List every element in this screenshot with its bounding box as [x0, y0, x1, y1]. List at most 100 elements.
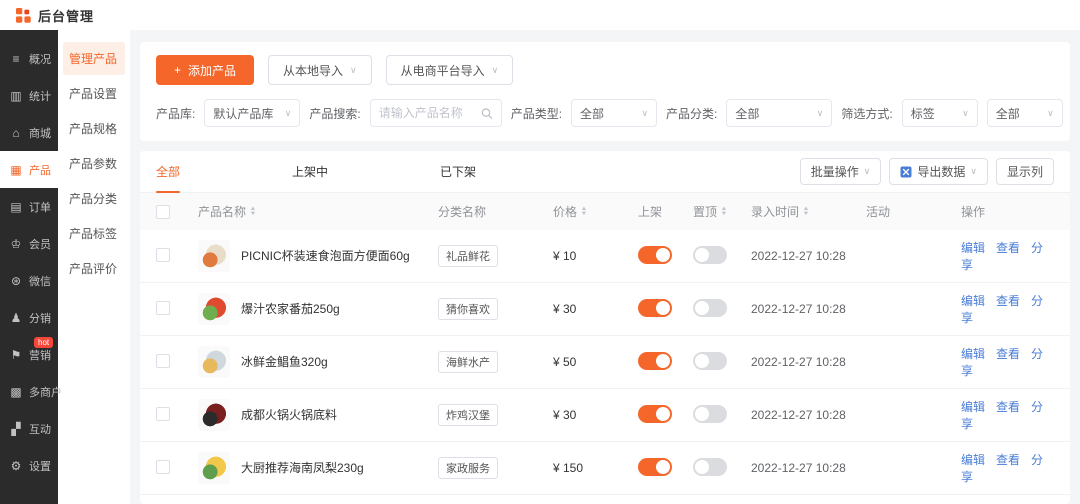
product-image — [198, 452, 230, 484]
show-columns-button[interactable]: 显示列 — [995, 158, 1054, 185]
add-product-button[interactable]: + 添加产品 — [156, 55, 255, 85]
settings-icon: ⚙ — [10, 458, 22, 473]
sidebar-item-3[interactable]: ▦ 产品 — [0, 151, 58, 188]
sort-icon[interactable]: ▲ ▼ — [580, 206, 587, 217]
row-action-view[interactable]: 查看 — [996, 294, 1020, 308]
sidebar-item-4[interactable]: ▤ 订单 — [0, 188, 58, 225]
product-type-select[interactable]: 全部 ∨ — [571, 99, 658, 127]
select-all-checkbox[interactable] — [156, 204, 170, 219]
status-tabs: 全部 上架中 已下架 — [156, 151, 588, 193]
app-title: 后台管理 — [38, 8, 95, 24]
product-image — [198, 346, 230, 378]
filter-label: 筛选方式: — [841, 106, 893, 121]
submenu-item-2[interactable]: 产品规格 — [63, 112, 125, 145]
row-checkbox[interactable] — [156, 406, 170, 421]
export-data-label: 导出数据 — [917, 165, 966, 179]
sidebar-item-label: 设置 — [29, 460, 51, 473]
tab-1[interactable]: 上架中 — [292, 151, 328, 193]
row-action-edit[interactable]: 编辑 — [961, 347, 985, 361]
filter-label: 产品分类: — [666, 106, 718, 121]
submenu-item-0[interactable]: 管理产品 — [63, 42, 125, 75]
sidebar-item-label: 订单 — [29, 201, 51, 214]
sidebar-item-label: 多商户 — [29, 386, 62, 399]
column-header-label: 价格 — [553, 205, 578, 219]
column-header-3: 价格 ▲ ▼ — [553, 203, 638, 220]
row-action-edit[interactable]: 编辑 — [961, 241, 985, 255]
products-panel: 全部 上架中 已下架 批量操作 ∨ 导出数据 ∨ 显示列 产品名称 ▲ ▼ 分类… — [140, 151, 1070, 504]
row-action-edit[interactable]: 编辑 — [961, 294, 985, 308]
sidebar-item-6[interactable]: ⊛ 微信 — [0, 262, 58, 299]
on-shelf-toggle[interactable] — [638, 404, 672, 423]
on-shelf-toggle[interactable] — [638, 457, 672, 476]
price-cell: ¥ 50 — [553, 355, 577, 369]
sidebar-item-10[interactable]: ▞ 互动 — [0, 410, 58, 447]
sidebar-item-label: 营销 — [29, 349, 51, 362]
submenu-item-4[interactable]: 产品分类 — [63, 182, 125, 215]
pinned-toggle[interactable] — [693, 298, 727, 317]
filter-tag-value-select[interactable]: 全部 ∨ — [986, 99, 1063, 127]
filter-mode-select[interactable]: 标签 ∨ — [901, 99, 978, 127]
on-shelf-toggle[interactable] — [638, 351, 672, 370]
on-shelf-toggle[interactable] — [638, 245, 672, 264]
submenu-item-6[interactable]: 产品评价 — [63, 252, 125, 285]
row-action-view[interactable]: 查看 — [996, 453, 1020, 467]
filter-label: 产品搜索: — [309, 106, 361, 121]
sidebar-item-label: 互动 — [29, 423, 51, 436]
on-shelf-toggle[interactable] — [638, 298, 672, 317]
sidebar-item-7[interactable]: ♟ 分销 — [0, 299, 58, 336]
wechat-icon: ⊛ — [10, 273, 22, 288]
product-category-select[interactable]: 全部 ∨ — [726, 99, 833, 127]
sidebar-item-9[interactable]: ▩ 多商户 — [0, 373, 62, 410]
sidebar-item-8[interactable]: ⚑ 营销 hot — [0, 336, 58, 373]
product-image — [198, 240, 230, 272]
row-checkbox[interactable] — [156, 353, 170, 368]
mall-icon: ⌂ — [12, 125, 20, 140]
pinned-toggle[interactable] — [693, 457, 727, 476]
submenu-item-label: 产品设置 — [69, 87, 118, 101]
export-data-button[interactable]: 导出数据 ∨ — [889, 158, 988, 185]
multi-merchant-icon: ▩ — [10, 384, 22, 399]
column-header-8: 操作 — [961, 203, 1054, 220]
tab-0[interactable]: 全部 — [156, 151, 181, 193]
submenu-item-1[interactable]: 产品设置 — [63, 77, 125, 110]
table-row: 大闸蟹熟食即食120g 海鲜水产休闲食品 ¥ 230 2022-12-27 10… — [140, 495, 1070, 504]
pinned-toggle[interactable] — [693, 351, 727, 370]
import-local-button[interactable]: 从本地导入 ∨ — [268, 55, 372, 85]
row-action-view[interactable]: 查看 — [996, 241, 1020, 255]
category-cell: 猜你喜欢 — [438, 298, 553, 320]
submenu-item-3[interactable]: 产品参数 — [63, 147, 125, 180]
row-action-view[interactable]: 查看 — [996, 400, 1020, 414]
import-ecommerce-button[interactable]: 从电商平台导入 ∨ — [385, 55, 514, 85]
tab-2[interactable]: 已下架 — [440, 151, 476, 193]
pinned-toggle[interactable] — [693, 404, 727, 423]
row-checkbox[interactable] — [156, 459, 170, 474]
pinned-toggle[interactable] — [693, 245, 727, 264]
tabs-row: 全部 上架中 已下架 批量操作 ∨ 导出数据 ∨ 显示列 — [140, 151, 1070, 193]
column-header-label: 置顶 — [693, 205, 718, 219]
batch-actions-button[interactable]: 批量操作 ∨ — [799, 158, 882, 185]
sidebar-item-1[interactable]: ▥ 统计 — [0, 77, 58, 114]
table-row: 爆汁农家番茄250g 猜你喜欢 ¥ 30 2022-12-27 10:28 编辑… — [140, 283, 1070, 336]
row-action-edit[interactable]: 编辑 — [961, 400, 985, 414]
row-checkbox[interactable] — [156, 247, 170, 262]
column-header-label: 产品名称 — [198, 205, 247, 219]
sidebar-item-11[interactable]: ⚙ 设置 — [0, 447, 58, 484]
sidebar-item-0[interactable]: ≡ 概况 — [0, 40, 58, 77]
sort-icon[interactable]: ▲ ▼ — [249, 206, 256, 217]
row-action-view[interactable]: 查看 — [996, 347, 1020, 361]
order-icon: ▤ — [10, 199, 22, 214]
column-header-6: 录入时间 ▲ ▼ — [751, 203, 866, 220]
sort-icon[interactable]: ▲ ▼ — [802, 206, 809, 217]
column-header-label: 分类名称 — [438, 205, 487, 219]
row-checkbox[interactable] — [156, 300, 170, 315]
sort-icon[interactable]: ▲ ▼ — [720, 206, 727, 217]
submenu-item-5[interactable]: 产品标签 — [63, 217, 125, 250]
sidebar-item-2[interactable]: ⌂ 商城 — [0, 114, 58, 151]
row-action-edit[interactable]: 编辑 — [961, 453, 985, 467]
product-library-select[interactable]: 默认产品库 ∨ — [204, 99, 301, 127]
product-search-input[interactable] — [378, 106, 482, 120]
row-actions: 编辑 查看 分享 — [961, 398, 1054, 432]
tab-label: 上架中 — [292, 165, 329, 179]
sidebar-item-5[interactable]: ♔ 会员 — [0, 225, 58, 262]
distribution-icon: ♟ — [10, 310, 22, 325]
